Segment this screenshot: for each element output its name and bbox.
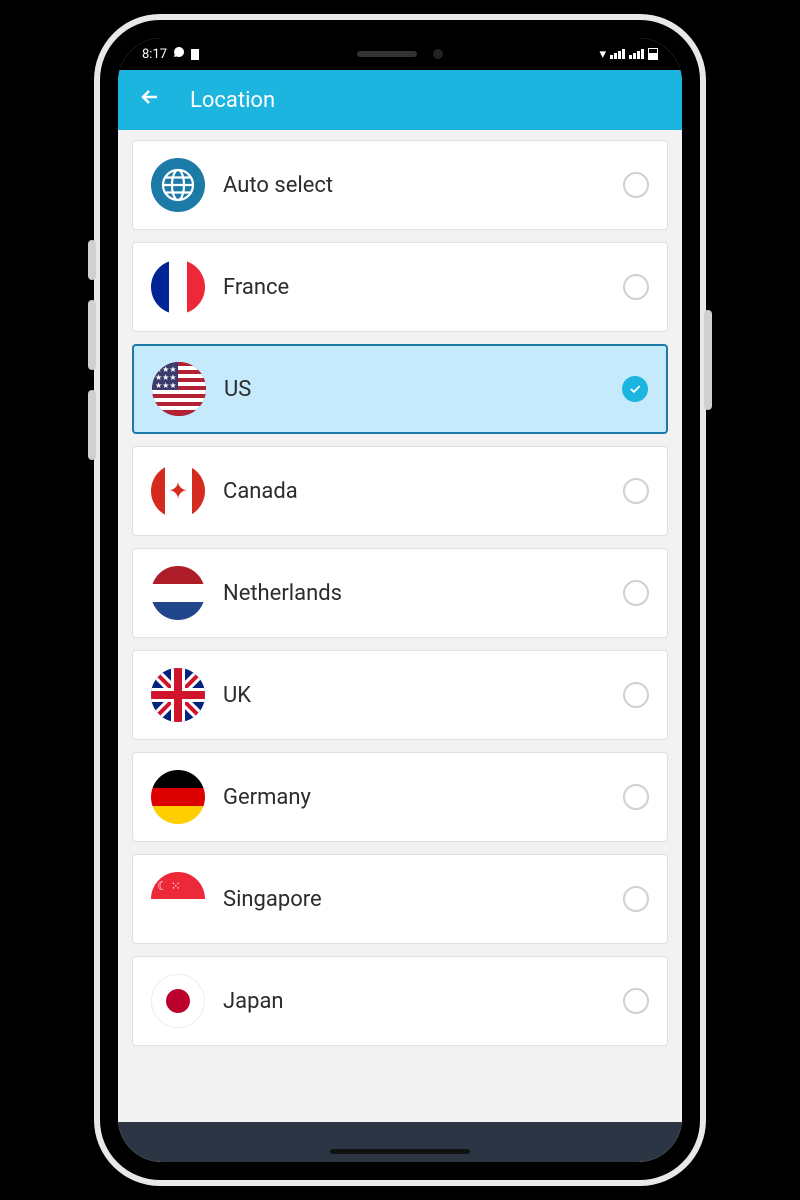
notch [285, 38, 515, 70]
radio-unchecked-icon[interactable] [623, 274, 649, 300]
radio-unchecked-icon[interactable] [623, 988, 649, 1014]
radio-unchecked-icon[interactable] [623, 580, 649, 606]
flag-us-icon: ★★★★★★★★★ [152, 362, 206, 416]
page-title: Location [190, 88, 275, 113]
location-item-france[interactable]: France [132, 242, 668, 332]
flag-france-icon [151, 260, 205, 314]
location-label: UK [223, 683, 605, 708]
location-label: US [224, 377, 604, 402]
volume-button [88, 300, 96, 370]
location-label: Canada [223, 479, 605, 504]
radio-unchecked-icon[interactable] [623, 682, 649, 708]
location-item-canada[interactable]: ✦ Canada [132, 446, 668, 536]
radio-checked-icon[interactable] [622, 376, 648, 402]
flag-uk-icon [151, 668, 205, 722]
whatsapp-icon [173, 46, 185, 62]
location-label: Japan [223, 989, 605, 1014]
signal-icon [610, 49, 625, 59]
location-item-auto[interactable]: Auto select [132, 140, 668, 230]
flag-canada-icon: ✦ [151, 464, 205, 518]
location-label: Germany [223, 785, 605, 810]
wifi-icon: ▾ [599, 47, 606, 62]
volume-button [88, 240, 96, 280]
location-item-japan[interactable]: Japan [132, 956, 668, 1046]
flag-germany-icon [151, 770, 205, 824]
power-button [704, 310, 712, 410]
signal-icon [629, 49, 644, 59]
volume-button [88, 390, 96, 460]
flag-japan-icon [151, 974, 205, 1028]
radio-unchecked-icon[interactable] [623, 886, 649, 912]
location-label: Netherlands [223, 581, 605, 606]
location-item-uk[interactable]: UK [132, 650, 668, 740]
radio-unchecked-icon[interactable] [623, 172, 649, 198]
radio-unchecked-icon[interactable] [623, 784, 649, 810]
notification-icon [191, 49, 199, 60]
location-label: Auto select [223, 173, 605, 198]
location-list: Auto select France ★★★★★★★★★ [118, 130, 682, 1162]
location-label: France [223, 275, 605, 300]
app-bar: Location [118, 70, 682, 130]
flag-netherlands-icon [151, 566, 205, 620]
location-item-germany[interactable]: Germany [132, 752, 668, 842]
screen: 8:17 ▾ [118, 38, 682, 1162]
home-indicator[interactable] [330, 1149, 470, 1154]
back-arrow-icon[interactable] [138, 85, 162, 115]
battery-icon [648, 48, 658, 60]
location-item-us[interactable]: ★★★★★★★★★ US [132, 344, 668, 434]
bottom-nav-bar [118, 1122, 682, 1162]
location-label: Singapore [223, 887, 605, 912]
phone-frame: 8:17 ▾ [100, 20, 700, 1180]
location-item-singapore[interactable]: ☾ ⁙ Singapore [132, 854, 668, 944]
radio-unchecked-icon[interactable] [623, 478, 649, 504]
status-time: 8:17 [142, 47, 167, 62]
svg-text:★★★: ★★★ [155, 381, 177, 390]
flag-singapore-icon: ☾ ⁙ [151, 872, 205, 926]
location-item-netherlands[interactable]: Netherlands [132, 548, 668, 638]
globe-icon [151, 158, 205, 212]
